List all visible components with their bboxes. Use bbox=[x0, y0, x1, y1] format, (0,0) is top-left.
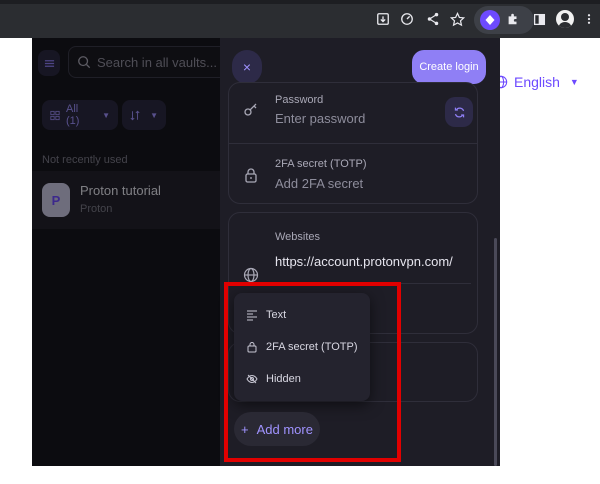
caret-down-icon: ▼ bbox=[569, 77, 579, 87]
globe-icon bbox=[243, 267, 259, 283]
credentials-card: Password Enter password 2FA secret (TOTP… bbox=[228, 82, 478, 204]
vault-sidebar: All (1) ▼ ▼ Not recently used P Proton t… bbox=[32, 38, 230, 466]
create-login-button[interactable]: Create login bbox=[412, 50, 486, 84]
websites-label: Websites bbox=[275, 231, 321, 243]
puzzle-icon[interactable] bbox=[504, 10, 522, 28]
password-label: Password bbox=[275, 94, 324, 106]
scrollbar[interactable] bbox=[494, 238, 497, 466]
language-selector[interactable]: English ▼ bbox=[494, 74, 579, 90]
totp-label: 2FA secret (TOTP) bbox=[275, 158, 367, 170]
totp-input[interactable]: Add 2FA secret bbox=[275, 176, 363, 191]
language-label: English bbox=[514, 74, 560, 90]
dim-overlay bbox=[32, 38, 220, 466]
password-input[interactable]: Enter password bbox=[275, 111, 365, 126]
install-icon[interactable] bbox=[374, 10, 392, 28]
tab-strip bbox=[0, 0, 600, 4]
lock-icon bbox=[245, 168, 257, 183]
browser-toolbar bbox=[0, 0, 600, 38]
share-icon[interactable] bbox=[424, 10, 442, 28]
close-button[interactable]: × bbox=[232, 50, 262, 84]
highlight-annotation bbox=[224, 282, 401, 462]
profile-icon[interactable] bbox=[556, 10, 574, 28]
star-icon[interactable] bbox=[448, 10, 466, 28]
key-icon bbox=[244, 103, 257, 116]
refresh-icon bbox=[454, 107, 464, 117]
password-field[interactable]: Password Enter password bbox=[229, 83, 477, 139]
more-vert-icon[interactable] bbox=[580, 10, 598, 28]
totp-field[interactable]: 2FA secret (TOTP) Add 2FA secret bbox=[229, 143, 477, 203]
sidebar-icon[interactable] bbox=[530, 10, 548, 28]
proton-pass-extension-icon[interactable] bbox=[480, 10, 500, 30]
close-icon: × bbox=[242, 59, 252, 75]
generate-password-button[interactable] bbox=[445, 97, 473, 127]
website-url-input[interactable]: https://account.protonvpn.com/ bbox=[275, 254, 453, 269]
speedometer-icon[interactable] bbox=[398, 10, 416, 28]
